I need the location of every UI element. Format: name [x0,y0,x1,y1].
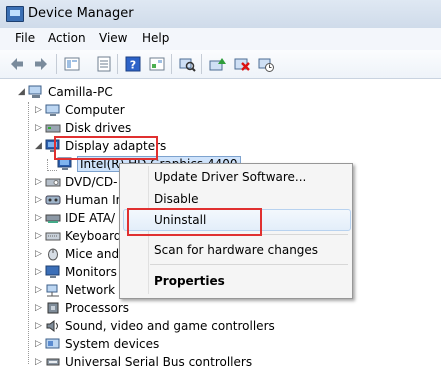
menu-help[interactable]: Help [142,31,169,45]
expand-arrow-icon[interactable]: ▷ [35,249,45,259]
menu-action[interactable]: Action [48,31,86,45]
disable-icon[interactable] [257,55,275,73]
system-icon [45,337,61,351]
tree-item-label: Universal Serial Bus controllers [65,355,253,369]
expand-arrow-icon[interactable]: ▷ [35,105,45,115]
tree-item-ide-ata[interactable]: ▷ IDE ATA/ [35,209,115,227]
display-adapters-highlight [54,136,158,160]
help-icon[interactable]: ? [124,55,142,73]
usb-icon [45,355,61,369]
properties-icon[interactable] [95,55,113,73]
expand-arrow-icon[interactable]: ▷ [35,339,45,349]
monitor-icon [45,265,61,279]
tree-item-sound[interactable]: ▷ Sound, video and game controllers [35,317,275,335]
tree-item-computer[interactable]: ▷ Computer [35,101,125,119]
tree-item-mice[interactable]: ▷ Mice and [35,245,119,263]
tree-item-label: Disk drives [65,121,132,135]
toolbar-separator [56,54,57,74]
tree-item-label: Network a [65,283,127,297]
tree-item-processors[interactable]: ▷ Processors [35,299,129,317]
menu-bar: File Action View Help [0,28,441,50]
update-driver-icon[interactable] [208,55,226,73]
tree-item-label: Computer [65,103,125,117]
expand-arrow-icon[interactable]: ▷ [35,285,45,295]
expand-arrow-icon[interactable]: ▷ [35,213,45,223]
tree-item-usb[interactable]: ▷ Universal Serial Bus controllers [35,353,252,371]
tree-root[interactable]: ◢ Camilla-PC [18,83,113,101]
title-bar: Device Manager [0,0,441,28]
toolbar: ? [0,50,441,79]
tree-item-label: DVD/CD- [65,175,118,189]
tree-root-label: Camilla-PC [48,85,113,99]
tree-item-label: Monitors [65,265,117,279]
device-manager-icon [6,6,24,22]
tree-connector [28,102,29,364]
tree-connector [47,170,57,171]
tree-item-keyboards[interactable]: ▷ Keyboard [35,227,121,245]
collapse-arrow-icon[interactable]: ◢ [35,141,45,151]
tree-item-label: System devices [65,337,160,351]
hid-icon [45,193,61,207]
tree-item-label: Mice and [65,247,120,261]
disk-icon [45,121,61,135]
dvd-icon [45,175,61,189]
menu-scan-hardware[interactable]: Scan for hardware changes [154,243,318,257]
tree-item-label: IDE ATA/ [65,211,116,225]
collapse-arrow-icon[interactable]: ◢ [18,87,28,97]
uninstall-highlight [127,208,262,236]
window-title: Device Manager [28,6,134,21]
menu-properties[interactable]: Properties [154,274,225,288]
expand-arrow-icon[interactable]: ▷ [35,123,45,133]
expand-arrow-icon[interactable]: ▷ [35,231,45,241]
tree-item-network[interactable]: ▷ Network a [35,281,126,299]
uninstall-icon[interactable] [233,55,251,73]
processor-icon [45,301,61,315]
tree-item-monitors[interactable]: ▷ Monitors [35,263,117,281]
tree-item-dvd[interactable]: ▷ DVD/CD- [35,173,117,191]
expand-arrow-icon[interactable]: ▷ [35,195,45,205]
tree-view-icon[interactable] [63,55,81,73]
tree-item-disk-drives[interactable]: ▷ Disk drives [35,119,131,137]
computer-icon [45,103,61,117]
svg-text:?: ? [130,59,136,72]
sound-icon [45,319,61,333]
tree-item-label: Human In [65,193,124,207]
menu-file[interactable]: File [15,31,35,45]
tree-item-system-devices[interactable]: ▷ System devices [35,335,159,353]
network-icon [45,283,61,297]
tree-item-label: Sound, video and game controllers [65,319,275,333]
menu-view[interactable]: View [99,31,127,45]
toolbar-separator [171,54,172,74]
menu-separator [150,264,348,265]
mouse-icon [45,247,61,261]
tree-item-label: Keyboard [65,229,122,243]
expand-arrow-icon[interactable]: ▷ [35,267,45,277]
keyboard-icon [45,229,61,243]
forward-icon[interactable] [32,55,50,73]
expand-arrow-icon[interactable]: ▷ [35,177,45,187]
expand-arrow-icon[interactable]: ▷ [35,357,45,367]
back-icon[interactable] [8,55,26,73]
computer-icon [28,85,44,99]
ide-icon [45,211,61,225]
expand-arrow-icon[interactable]: ▷ [35,303,45,313]
scan-hardware-icon[interactable] [178,55,196,73]
toolbar-separator [117,54,118,74]
view-icon[interactable] [148,55,166,73]
expand-arrow-icon[interactable]: ▷ [35,321,45,331]
tree-item-label: Processors [65,301,130,315]
tree-item-human-interface[interactable]: ▷ Human In [35,191,123,209]
toolbar-separator [201,54,202,74]
menu-update-driver[interactable]: Update Driver Software... [154,170,306,184]
menu-disable[interactable]: Disable [154,192,199,206]
